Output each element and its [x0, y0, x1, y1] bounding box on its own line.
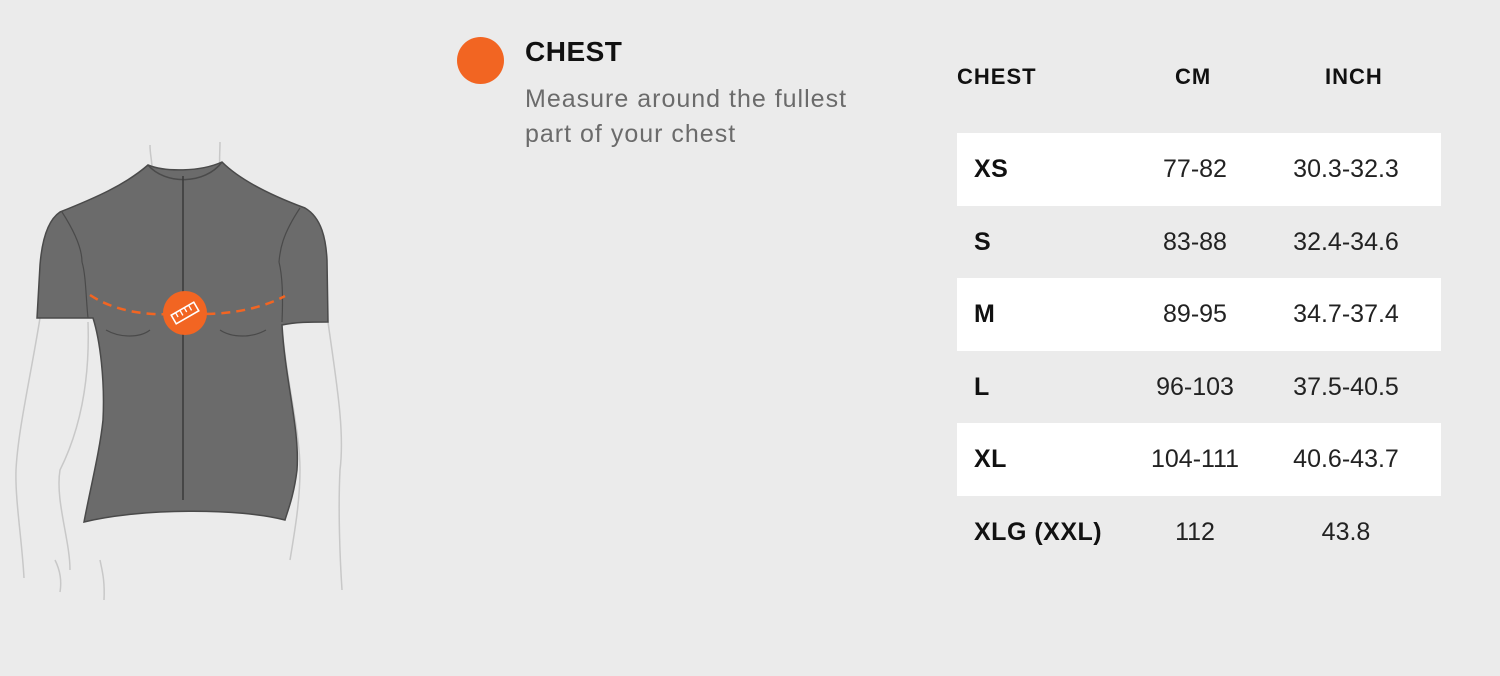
cm-value: 112: [1175, 517, 1215, 546]
table-header: CHEST CM INCH: [957, 52, 1441, 133]
chest-marker-dot: [457, 37, 504, 84]
inch-value: 40.6-43.7: [1293, 445, 1399, 474]
cm-value: 83-88: [1163, 227, 1227, 256]
measurement-instructions: Measure around the fullest part of your …: [525, 82, 905, 152]
cm-value: 96-103: [1156, 372, 1234, 401]
size-label: L: [974, 372, 990, 401]
table-row: XLG (XXL) 112 43.8: [957, 496, 1441, 569]
table-row: L 96-103 37.5-40.5: [957, 351, 1441, 424]
size-label: XL: [974, 445, 1007, 474]
inch-value: 34.7-37.4: [1293, 300, 1399, 329]
size-label: M: [974, 300, 996, 329]
table-row: S 83-88 32.4-34.6: [957, 206, 1441, 279]
cm-value: 89-95: [1163, 300, 1227, 329]
table-row: M 89-95 34.7-37.4: [957, 278, 1441, 351]
header-chest: CHEST: [957, 64, 1037, 89]
inch-value: 37.5-40.5: [1293, 372, 1399, 401]
cm-value: 77-82: [1163, 155, 1227, 183]
instruction-line-2: part of your chest: [525, 120, 737, 148]
size-label: XS: [974, 155, 1009, 183]
size-chart-table: CHEST CM INCH XS 77-82 30.3-32.3 S 83-88…: [957, 52, 1441, 569]
inch-value: 43.8: [1321, 517, 1371, 546]
ruler-icon: [163, 291, 207, 335]
table-row: XS 77-82 30.3-32.3: [957, 133, 1441, 206]
measurement-title: CHEST: [525, 36, 623, 67]
jersey-illustration: [15, 141, 343, 601]
size-label: S: [974, 227, 992, 256]
table-row: XL 104-111 40.6-43.7: [957, 423, 1441, 496]
cm-value: 104-111: [1150, 445, 1240, 474]
size-label: XLG (XXL): [974, 517, 1103, 546]
header-cm: CM: [1175, 64, 1212, 89]
instruction-line-1: Measure around the fullest: [525, 85, 848, 113]
header-inch: INCH: [1325, 64, 1383, 89]
inch-value: 30.3-32.3: [1293, 155, 1399, 183]
inch-value: 32.4-34.6: [1293, 227, 1399, 256]
